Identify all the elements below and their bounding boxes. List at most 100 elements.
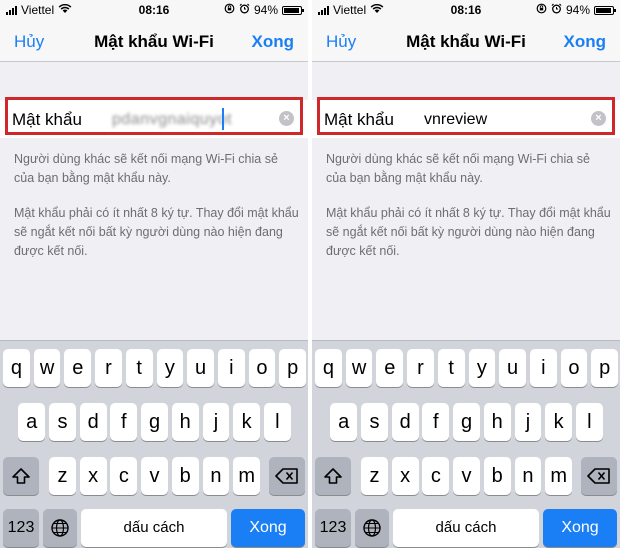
key-s[interactable]: s	[361, 403, 388, 441]
key-p[interactable]: p	[591, 349, 619, 387]
globe-icon	[363, 519, 381, 537]
key-m[interactable]: m	[233, 457, 261, 495]
key-v[interactable]: v	[141, 457, 168, 495]
return-key[interactable]: Xong	[543, 509, 617, 547]
key-l[interactable]: l	[575, 403, 603, 441]
key-y[interactable]: y	[156, 349, 184, 387]
backspace-key[interactable]	[269, 457, 305, 495]
key-t[interactable]: t	[125, 349, 153, 387]
done-button[interactable]: Xong	[252, 32, 295, 52]
status-bar: Viettel 08:16 94%	[312, 0, 620, 20]
password-label: Mật khẩu	[324, 110, 394, 129]
key-l[interactable]: l	[263, 403, 291, 441]
key-x[interactable]: x	[391, 457, 419, 495]
key-o[interactable]: o	[248, 349, 276, 387]
clear-text-icon[interactable]: ×	[591, 111, 606, 126]
navigation-bar: Hủy Mật khẩu Wi-Fi Xong	[312, 20, 620, 62]
password-field[interactable]: pdanvgnaiquyot	[112, 111, 232, 129]
key-o[interactable]: o	[560, 349, 588, 387]
shift-icon	[324, 467, 342, 484]
key-u[interactable]: u	[499, 349, 526, 387]
help-text-share: Người dùng khác sẽ kết nối mạng Wi-Fi ch…	[326, 152, 590, 185]
clear-text-icon[interactable]: ×	[279, 111, 294, 126]
key-j[interactable]: j	[514, 403, 542, 441]
key-x[interactable]: x	[79, 457, 107, 495]
navigation-bar: Hủy Mật khẩu Wi-Fi Xong	[0, 20, 308, 62]
password-field[interactable]: vnreview	[424, 111, 487, 129]
help-text-requirements: Mật khẩu phải có ít nhất 8 ký tự. Thay đ…	[326, 206, 611, 258]
key-c[interactable]: c	[110, 457, 138, 495]
key-p[interactable]: p	[279, 349, 307, 387]
key-b[interactable]: b	[483, 457, 511, 495]
cancel-button[interactable]: Hủy	[326, 32, 356, 52]
battery-percent: 94%	[253, 3, 278, 17]
key-y[interactable]: y	[468, 349, 496, 387]
key-m[interactable]: m	[545, 457, 573, 495]
key-r[interactable]: r	[407, 349, 434, 387]
key-w[interactable]: w	[345, 349, 373, 387]
space-key[interactable]: dấu cách	[81, 509, 227, 547]
key-g[interactable]: g	[141, 403, 168, 441]
shift-icon	[12, 467, 30, 484]
key-i[interactable]: i	[217, 349, 245, 387]
globe-icon	[51, 519, 69, 537]
keyboard: q w e r t y u i o p a s d f g h j k l z x c v b n m 123 dấu cách Xon…	[312, 340, 620, 548]
globe-key[interactable]	[43, 509, 77, 547]
battery-percent: 94%	[565, 3, 590, 17]
key-n[interactable]: n	[514, 457, 542, 495]
key-h[interactable]: h	[483, 403, 511, 441]
key-w[interactable]: w	[33, 349, 61, 387]
globe-key[interactable]	[355, 509, 389, 547]
key-f[interactable]: f	[422, 403, 450, 441]
key-q[interactable]: q	[315, 349, 342, 387]
battery-icon	[282, 5, 304, 15]
key-d[interactable]: d	[391, 403, 419, 441]
return-key[interactable]: Xong	[231, 509, 305, 547]
numbers-key[interactable]: 123	[315, 509, 351, 547]
shift-key[interactable]	[3, 457, 39, 495]
key-h[interactable]: h	[171, 403, 199, 441]
key-k[interactable]: k	[545, 403, 573, 441]
help-text-share: Người dùng khác sẽ kết nối mạng Wi-Fi ch…	[14, 152, 278, 185]
phone-screen-right: Viettel 08:16 94% Hủy Mật khẩu Wi-Fi Xon…	[312, 0, 620, 548]
alarm-icon	[551, 3, 562, 17]
password-row[interactable]: Mật khẩu vnreview ×	[312, 100, 620, 138]
key-r[interactable]: r	[95, 349, 122, 387]
backspace-icon	[275, 467, 298, 484]
key-i[interactable]: i	[529, 349, 557, 387]
rotation-lock-icon	[224, 3, 235, 17]
key-n[interactable]: n	[202, 457, 230, 495]
password-row[interactable]: Mật khẩu pdanvgnaiquyot ×	[0, 100, 308, 138]
space-key[interactable]: dấu cách	[393, 509, 539, 547]
status-bar: Viettel 08:16 94%	[0, 0, 308, 20]
key-z[interactable]: z	[49, 457, 76, 495]
done-button[interactable]: Xong	[564, 32, 607, 52]
cancel-button[interactable]: Hủy	[14, 32, 44, 52]
shift-key[interactable]	[315, 457, 351, 495]
backspace-key[interactable]	[581, 457, 617, 495]
key-a[interactable]: a	[330, 403, 358, 441]
key-z[interactable]: z	[361, 457, 388, 495]
key-s[interactable]: s	[49, 403, 76, 441]
key-e[interactable]: e	[376, 349, 404, 387]
numbers-key[interactable]: 123	[3, 509, 39, 547]
key-f[interactable]: f	[110, 403, 138, 441]
key-b[interactable]: b	[171, 457, 199, 495]
key-j[interactable]: j	[202, 403, 230, 441]
battery-icon	[594, 5, 616, 15]
key-e[interactable]: e	[64, 349, 92, 387]
alarm-icon	[239, 3, 250, 17]
key-k[interactable]: k	[233, 403, 261, 441]
key-u[interactable]: u	[187, 349, 214, 387]
text-cursor	[222, 108, 224, 130]
key-t[interactable]: t	[437, 349, 465, 387]
phone-screen-left: Viettel 08:16 94% Hủy Mật khẩu Wi-Fi Xon…	[0, 0, 308, 548]
keyboard: q w e r t y u i o p a s d f g h j k l z x c v b n m 123 dấu cách Xon…	[0, 340, 308, 548]
key-q[interactable]: q	[3, 349, 30, 387]
key-c[interactable]: c	[422, 457, 450, 495]
key-v[interactable]: v	[453, 457, 480, 495]
key-g[interactable]: g	[453, 403, 480, 441]
key-d[interactable]: d	[79, 403, 107, 441]
rotation-lock-icon	[536, 3, 547, 17]
key-a[interactable]: a	[18, 403, 46, 441]
